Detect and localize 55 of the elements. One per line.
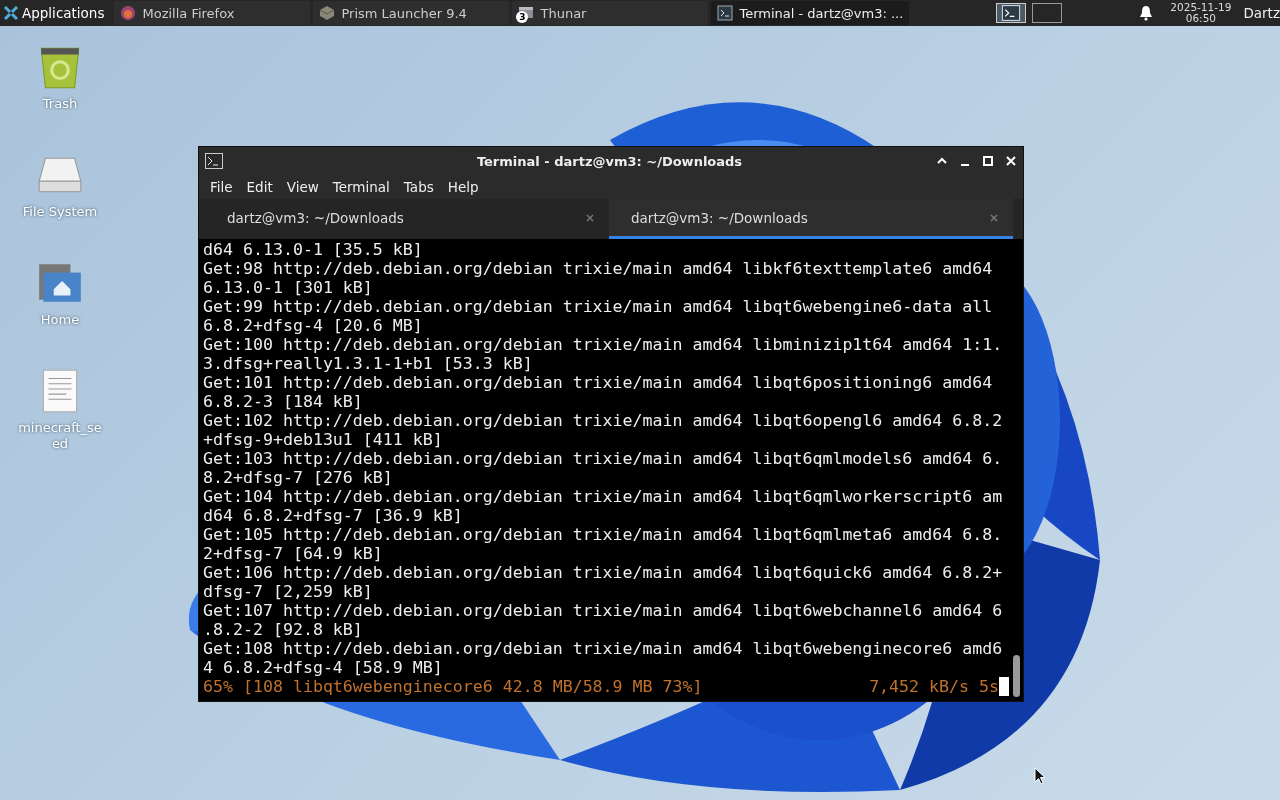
terminal-icon (1000, 5, 1023, 21)
terminal-line: Get:101 http://deb.debian.org/debian trixie/main amd64 libqt6positioning6 amd64 (203, 373, 994, 392)
text-cursor (999, 677, 1009, 696)
terminal-line: Get:102 http://deb.debian.org/debian trixie/main amd64 libqt6opengl6 amd64 6.8.2 (203, 411, 1004, 430)
terminal-line: 6.8.2-3 [184 kB] (203, 392, 364, 411)
terminal-line: Get:106 http://deb.debian.org/debian trixie/main amd64 libqt6quick6 amd64 6.8.2+ (203, 563, 1004, 582)
terminal-line: 8.2+dfsg-7 [276 kB] (203, 468, 394, 487)
taskbar-button[interactable]: Terminal - dartz@vm3: ... (711, 1, 910, 25)
download-rate: 7,452 kB/s 5s (869, 677, 999, 696)
menu-item[interactable]: Terminal (325, 179, 397, 195)
mouse-pointer-icon (1034, 767, 1046, 785)
terminal-line: .8.2-2 [92.8 kB] (203, 620, 364, 639)
workspace-switcher[interactable] (1032, 3, 1063, 23)
taskbar-button[interactable]: 3 Thunar (512, 1, 709, 25)
terminal-line: Get:99 http://deb.debian.org/debian trixie/main amd64 libqt6webengine6-data all (203, 297, 994, 316)
clock[interactable]: 2025-11-19 06:50 (1170, 2, 1232, 24)
taskbar-button[interactable]: Mozilla Firefox (114, 1, 311, 25)
terminal-line: dfsg-7 [2,259 kB] (203, 582, 374, 601)
workspace-switcher[interactable] (996, 3, 1027, 23)
count-badge: 3 (516, 11, 529, 23)
menu-item[interactable]: Help (440, 179, 486, 195)
terminal-line: +dfsg-9+deb13u1 [411 kB] (203, 430, 444, 449)
terminal-line: 2+dfsg-7 [64.9 kB] (203, 544, 384, 563)
applications-menu[interactable]: Applications (0, 0, 109, 26)
terminal-icon (717, 5, 734, 21)
notification-bell-icon[interactable] (1138, 5, 1155, 21)
terminal-line: 6.13.0-1 [301 kB] (203, 278, 374, 297)
progress-line: 65% [108 libqt6webenginecore6 42.8 MB/58.9 MB 73%] (203, 677, 703, 696)
tab[interactable]: dartz@vm3: ~/Downloads (609, 199, 1013, 239)
terminal-line: 3.dfsg+really1.3.1-1+b1 [53.3 kB] (203, 354, 534, 373)
terminal-line: Get:100 http://deb.debian.org/debian trixie/main amd64 libminizip1t64 amd64 1:1. (203, 335, 1004, 354)
terminal-line: Get:103 http://deb.debian.org/debian trixie/main amd64 libqt6qmlmodels6 amd64 6. (203, 449, 1004, 468)
user-name[interactable]: Dartz (1243, 5, 1280, 21)
terminal-line: d64 6.8.2+dfsg-7 [36.9 kB] (203, 506, 464, 525)
menu-item[interactable]: Tabs (396, 179, 441, 195)
terminal-line: 4 6.8.2+dfsg-4 [58.9 MB] (203, 658, 444, 677)
terminal-line: Get:108 http://deb.debian.org/debian trixie/main amd64 libqt6webenginecore6 amd6 (203, 639, 1004, 658)
terminal-line: Get:107 http://deb.debian.org/debian trixie/main amd64 libqt6webchannel6 amd64 6 (203, 601, 1004, 620)
terminal-line: d64 6.13.0-1 [35.5 kB] (203, 240, 424, 259)
window-title: Terminal - dartz@vm3: ~/Downloads (475, 153, 744, 169)
menu-item[interactable]: Edit (239, 179, 280, 195)
terminal-line: Get:105 http://deb.debian.org/debian trixie/main amd64 libqt6qmlmeta6 amd64 6.8. (203, 525, 1004, 544)
terminal-line: Get:98 http://deb.debian.org/debian trixie/main amd64 libkf6texttemplate6 amd64 (203, 259, 994, 278)
scrollbar-thumb[interactable] (1012, 655, 1020, 697)
tab[interactable]: dartz@vm3: ~/Downloads (205, 199, 609, 239)
globe-icon (120, 5, 137, 21)
taskbar-button[interactable]: Prism Launcher 9.4 (313, 1, 510, 25)
maximize-icon[interactable] (982, 155, 994, 167)
cube-icon (319, 5, 336, 21)
terminal-icon (205, 153, 223, 169)
terminal-line: Get:104 http://deb.debian.org/debian trixie/main amd64 libqt6qmlworkerscript6 am (203, 487, 1004, 506)
menu-item[interactable]: View (279, 179, 326, 195)
menu-item[interactable]: File (203, 179, 240, 195)
menu-icon (4, 6, 18, 20)
terminal-line: 6.8.2+dfsg-4 [20.6 MB] (203, 316, 424, 335)
